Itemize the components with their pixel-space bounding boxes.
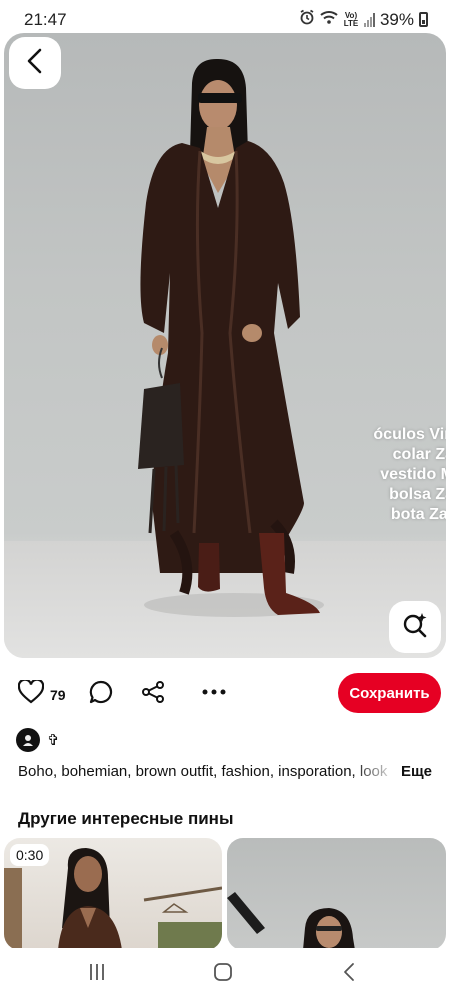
overlay-line: vestido M [380, 466, 446, 483]
back-button[interactable] [9, 37, 61, 89]
recents-button[interactable] [77, 962, 117, 986]
comment-icon [89, 680, 113, 709]
related-pins-title: Другие интересные пины [18, 809, 234, 828]
overlay-line: colar Za [392, 446, 446, 463]
recents-icon [87, 963, 107, 986]
overlay-line: bolsa Za [389, 486, 446, 503]
share-button[interactable] [141, 680, 165, 709]
pin-overlay-text: óculos Vin colar Za vestido M bolsa Za b… [334, 425, 446, 525]
back-arrow-icon [24, 48, 46, 79]
more-options-button[interactable] [201, 682, 227, 707]
more-icon [201, 682, 227, 707]
home-icon [213, 962, 233, 987]
pin-author[interactable]: ✞ [16, 728, 60, 752]
alarm-icon [299, 9, 315, 30]
home-button[interactable] [203, 962, 243, 986]
save-button[interactable]: Сохранить [338, 673, 441, 713]
battery-percent: 39% [379, 9, 414, 29]
comment-button[interactable] [89, 680, 113, 709]
author-name[interactable]: ✞ [47, 731, 60, 749]
overlay-line: bota Zar [390, 506, 446, 523]
avatar[interactable] [16, 728, 40, 752]
system-back-button[interactable] [329, 962, 369, 986]
signal-icon [363, 12, 375, 27]
related-pin-card[interactable] [227, 838, 446, 950]
back-icon [342, 962, 356, 987]
model-figure [138, 58, 324, 617]
status-icons: Vo) LTE 39% [299, 9, 428, 30]
wifi-icon [320, 10, 338, 30]
related-pin-card[interactable]: 0:30 [4, 838, 222, 950]
lte-indicator: Vo) LTE [343, 10, 359, 28]
pin-description: Boho, bohemian, brown outfit, fashion, i… [18, 763, 388, 780]
show-more-link[interactable]: Еще [401, 763, 432, 780]
overlay-line: óculos Vin [373, 426, 446, 443]
video-duration-badge: 0:30 [10, 844, 50, 866]
battery-icon [419, 12, 428, 27]
like-count: 79 [50, 686, 66, 703]
pin-image[interactable]: óculos Vin colar Za vestido M bolsa Za b… [4, 33, 446, 658]
status-time: 21:47 [24, 10, 67, 29]
visual-search-button[interactable] [389, 601, 441, 653]
heart-icon [17, 678, 45, 709]
visual-search-icon [401, 611, 429, 644]
related-pin-image [227, 892, 355, 950]
like-button[interactable]: 79 [17, 678, 66, 709]
system-nav-bar [0, 948, 450, 1000]
pin-actions: 79 Сохранить [0, 672, 450, 716]
share-icon [141, 680, 165, 709]
